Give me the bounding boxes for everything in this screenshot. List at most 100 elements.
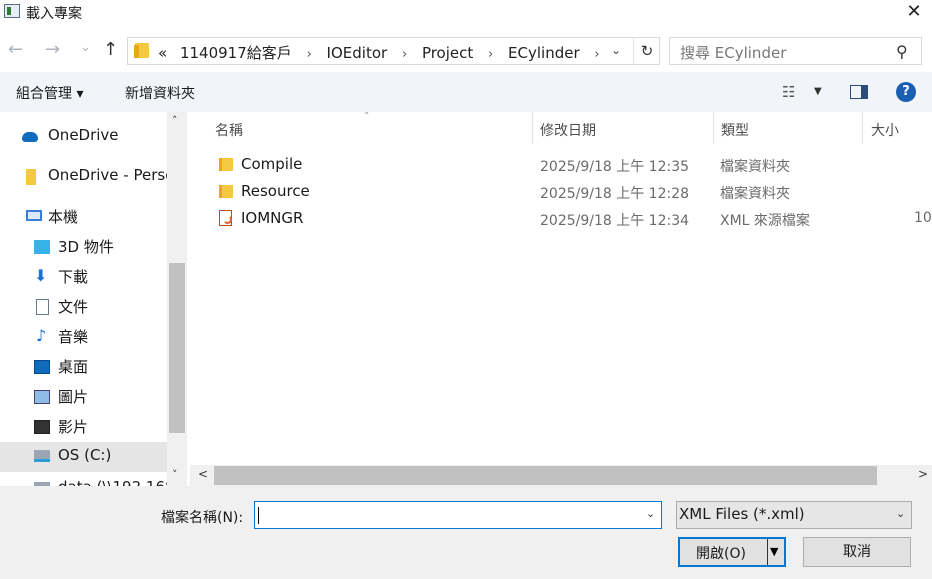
folder-icon (26, 169, 36, 185)
music-icon: ♪ (36, 326, 47, 345)
scroll-down-icon[interactable]: ˅ (172, 468, 178, 481)
file-type: 檔案資料夾 (720, 186, 790, 202)
breadcrumb: « 1140917給客戶 › IOEditor › Project › ECyl… (158, 42, 610, 63)
pictures-icon (34, 390, 50, 404)
file-modified: 2025/9/18 上午 12:34 (540, 213, 690, 229)
sidebar-item-pictures[interactable]: 圖片 (0, 382, 167, 412)
sidebar-item-label: 文件 (58, 298, 89, 316)
filename-input[interactable] (254, 501, 662, 529)
sidebar-item-label: 本機 (48, 208, 79, 226)
sidebar-item-label: 影片 (58, 418, 89, 436)
close-button[interactable]: ✕ (896, 0, 932, 24)
videos-icon (34, 420, 50, 434)
scroll-left-icon[interactable]: < (198, 467, 208, 481)
file-size: 10 (914, 210, 932, 226)
sidebar-item-label: OneDrive (48, 126, 119, 144)
table-row[interactable]: IOMNGR 2025/9/18 上午 12:34 XML 來源檔案 10 (187, 206, 932, 232)
sidebar-item-label: data (\\192.168 (58, 478, 175, 486)
column-divider[interactable] (862, 112, 863, 144)
search-input[interactable]: 搜尋 ECylinder ⚲ (669, 37, 922, 65)
breadcrumb-item[interactable]: ECylinder (508, 44, 580, 62)
dialog-footer (0, 486, 932, 579)
column-header-name[interactable]: 名稱 (215, 120, 243, 140)
sidebar-item-downloads[interactable]: ⬇ 下載 (0, 262, 167, 292)
chevron-down-icon[interactable]: ⌄ (896, 507, 905, 520)
breadcrumb-item[interactable]: 1140917給客戶 (180, 42, 292, 63)
sidebar-item-onedrive-personal[interactable]: OneDrive - Perso (0, 162, 174, 192)
breadcrumb-separator-icon[interactable]: › (307, 47, 312, 62)
column-divider[interactable] (532, 112, 533, 144)
title-bar: 載入專案 ✕ (0, 0, 932, 24)
chevron-down-icon[interactable]: ⌄ (646, 507, 655, 520)
breadcrumb-separator-icon[interactable]: › (594, 47, 599, 62)
table-row[interactable]: Compile 2025/9/18 上午 12:35 檔案資料夾 (187, 152, 932, 178)
new-folder-button[interactable]: 新增資料夾 (125, 83, 195, 103)
breadcrumb-separator-icon[interactable]: › (488, 47, 493, 62)
column-divider[interactable] (713, 112, 714, 144)
computer-icon (26, 210, 42, 221)
sidebar-item-onedrive[interactable]: OneDrive (0, 122, 167, 152)
column-header-size[interactable]: 大小 (871, 120, 899, 140)
file-name: Resource (241, 182, 310, 200)
sidebar-item-3d-objects[interactable]: 3D 物件 (0, 232, 167, 262)
sidebar-item-network-drive[interactable]: data (\\192.168 (0, 474, 175, 486)
folder-icon (219, 158, 233, 171)
window-title: 載入專案 (26, 6, 82, 22)
search-placeholder: 搜尋 ECylinder (680, 44, 787, 62)
sidebar-item-music[interactable]: ♪ 音樂 (0, 322, 167, 352)
breadcrumb-overflow[interactable]: « (158, 44, 167, 62)
sidebar-item-videos[interactable]: 影片 (0, 412, 167, 442)
column-header-type[interactable]: 類型 (721, 120, 749, 140)
back-button[interactable]: ← (8, 40, 23, 60)
file-list: ˄ 名稱 修改日期 類型 大小 Compile 2025/9/18 上午 12:… (187, 112, 932, 486)
cancel-button[interactable]: 取消 (803, 537, 911, 567)
up-button[interactable]: ↑ (103, 40, 118, 60)
scroll-right-icon[interactable]: > (918, 467, 928, 481)
breadcrumb-separator-icon[interactable]: › (402, 47, 407, 62)
recent-locations-button[interactable]: ⌄ (80, 38, 91, 58)
sidebar-item-documents[interactable]: 文件 (0, 292, 167, 322)
cloud-icon (22, 132, 38, 142)
sidebar-item-os-c[interactable]: OS (C:) (0, 442, 167, 472)
breadcrumb-item[interactable]: IOEditor (327, 44, 388, 62)
sidebar-item-label: 3D 物件 (58, 238, 114, 256)
filename-label: 檔案名稱(N): (161, 510, 244, 526)
sidebar-item-label: 下載 (58, 268, 89, 286)
sidebar-item-label: 桌面 (58, 358, 89, 376)
breadcrumb-item[interactable]: Project (422, 44, 473, 62)
filetype-value: XML Files (*.xml) (679, 505, 805, 523)
app-icon (4, 4, 20, 18)
sidebar-item-label: OS (C:) (58, 446, 112, 464)
folder-icon (219, 185, 233, 198)
cube-icon (34, 240, 50, 254)
sidebar-scrollbar-thumb[interactable] (169, 263, 185, 433)
sidebar-item-label: 圖片 (58, 388, 89, 406)
view-options-icon[interactable]: ☷ (782, 83, 795, 101)
sidebar-item-desktop[interactable]: 桌面 (0, 352, 167, 382)
organize-button[interactable]: 組合管理 ▾ (16, 83, 83, 103)
open-dropdown-icon[interactable]: ▼ (770, 545, 778, 558)
view-dropdown-icon[interactable]: ▼ (814, 86, 822, 97)
text-caret (258, 507, 259, 524)
preview-pane-icon[interactable] (850, 85, 868, 99)
sidebar-item-label: OneDrive - Perso (48, 166, 175, 184)
column-header-modified[interactable]: 修改日期 (540, 120, 596, 140)
horizontal-scrollbar-thumb[interactable] (214, 466, 877, 485)
sidebar-item-label: 音樂 (58, 328, 89, 346)
sidebar-item-this-pc[interactable]: 本機 (0, 202, 167, 232)
file-type: XML 來源檔案 (720, 213, 810, 229)
address-bar[interactable]: « 1140917給客戶 › IOEditor › Project › ECyl… (127, 37, 660, 65)
table-row[interactable]: Resource 2025/9/18 上午 12:28 檔案資料夾 (187, 179, 932, 205)
scroll-up-icon[interactable]: ˄ (172, 114, 178, 127)
chevron-down-icon[interactable]: ⌄ (611, 43, 621, 57)
refresh-button[interactable]: ↻ (633, 38, 660, 64)
forward-button[interactable]: → (45, 40, 60, 60)
file-modified: 2025/9/18 上午 12:28 (540, 186, 690, 202)
navigation-pane: OneDrive OneDrive - Perso 本機 3D 物件 ⬇ 下載 … (0, 112, 187, 486)
open-split-divider (767, 539, 768, 565)
desktop-icon (34, 360, 50, 374)
file-name: Compile (241, 155, 303, 173)
file-type: 檔案資料夾 (720, 159, 790, 175)
xml-file-icon (219, 210, 232, 226)
help-icon[interactable]: ? (896, 82, 916, 102)
